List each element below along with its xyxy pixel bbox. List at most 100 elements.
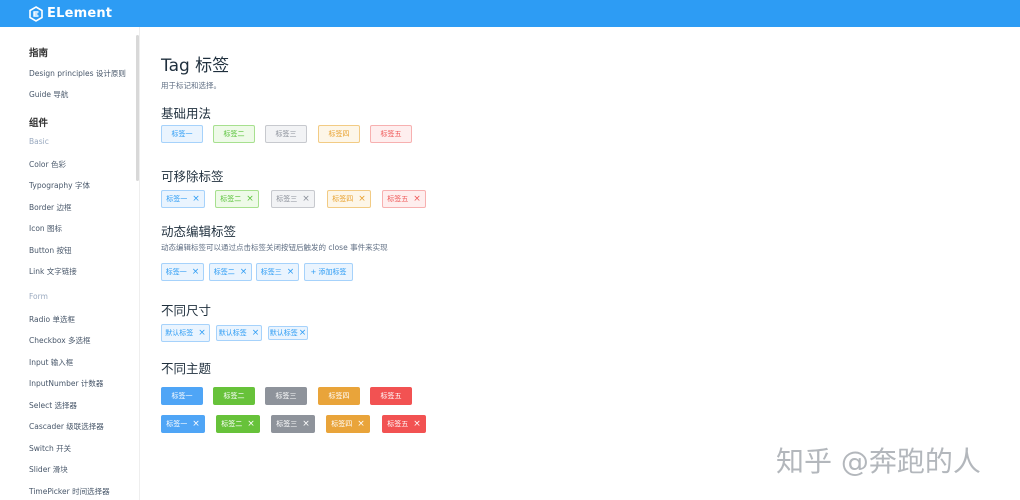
close-icon[interactable]: ×: [413, 194, 421, 204]
nav-group-basic: Basic: [29, 137, 49, 146]
close-icon[interactable]: ×: [252, 328, 260, 338]
close-icon[interactable]: ×: [302, 194, 310, 204]
sidebar-item-guide[interactable]: Guide 导航: [29, 89, 68, 100]
tag-label: 标签四: [332, 195, 354, 203]
close-icon[interactable]: ×: [192, 194, 200, 204]
tag-label: 标签一: [166, 420, 188, 428]
tag-label: 默认标签: [218, 329, 247, 337]
tag-label: 标签三: [260, 268, 282, 276]
sidebar-item-select[interactable]: Select 选择器: [29, 400, 77, 411]
close-icon[interactable]: ×: [358, 194, 366, 204]
close-icon[interactable]: ×: [246, 194, 254, 204]
dynamic-tag: 标签二 ×: [209, 263, 252, 281]
sidebar-item-input[interactable]: Input 输入框: [29, 357, 73, 368]
dynamic-tag: 标签一 ×: [161, 263, 204, 281]
hexagon-logo-icon: [29, 5, 43, 22]
nav-section-guide: 指南: [29, 48, 49, 59]
basic-tag-info: 标签三: [265, 125, 307, 143]
size-tag-small: 默认标签 ×: [268, 326, 308, 340]
tag-label: 标签五: [387, 420, 409, 428]
nav-section-components: 组件: [29, 118, 49, 129]
tag-label: 标签二: [223, 392, 245, 400]
sidebar-item-switch[interactable]: Switch 开关: [29, 443, 71, 454]
tag-label: 标签五: [380, 392, 402, 400]
close-icon[interactable]: ×: [357, 419, 365, 429]
zhihu-watermark: 知乎 @奔跑的人: [776, 445, 981, 478]
dark-closable-tag-info: 标签三 ×: [271, 415, 315, 433]
close-icon[interactable]: ×: [192, 419, 200, 429]
close-icon[interactable]: ×: [198, 328, 206, 338]
closable-tag-success: 标签二 ×: [215, 190, 259, 208]
sidebar-item-timepicker[interactable]: TimePicker 时间选择器: [29, 486, 110, 497]
closable-tag-info: 标签三 ×: [271, 190, 315, 208]
basic-tag-success: 标签二: [213, 125, 255, 143]
sidebar-item-inputnumber[interactable]: InputNumber 计数器: [29, 378, 103, 389]
tag-label: 默认标签: [269, 329, 298, 337]
sidebar-item-button[interactable]: Button 按钮: [29, 245, 72, 256]
tag-label: 标签一: [171, 130, 193, 138]
tag-label: 标签三: [275, 392, 297, 400]
section-title-sizes: 不同尺寸: [161, 303, 212, 318]
close-icon[interactable]: ×: [240, 267, 248, 277]
dark-closable-tag-primary: 标签一 ×: [161, 415, 205, 433]
tag-label: 标签三: [276, 420, 298, 428]
top-header: ELement: [0, 0, 1020, 27]
dark-tag-primary: 标签一: [161, 387, 203, 405]
section-title-closable: 可移除标签: [161, 169, 224, 184]
tag-label: 标签四: [331, 420, 353, 428]
tag-label: 标签四: [328, 130, 350, 138]
sidebar-item-slider[interactable]: Slider 滑块: [29, 464, 68, 475]
section-title-themes: 不同主题: [161, 361, 212, 376]
sidebar-item-checkbox[interactable]: Checkbox 多选框: [29, 335, 91, 346]
page-title: Tag 标签: [161, 56, 230, 76]
sidebar-item-link[interactable]: Link 文字链接: [29, 266, 77, 277]
dark-tag-success: 标签二: [213, 387, 255, 405]
section-description-dynamic: 动态编辑标签可以通过点击标签关闭按钮后触发的 close 事件来实现: [161, 243, 388, 252]
close-icon[interactable]: ×: [302, 419, 310, 429]
sidebar-item-typography[interactable]: Typography 字体: [29, 180, 90, 191]
basic-tag-danger: 标签五: [370, 125, 412, 143]
sidebar-item-border[interactable]: Border 边框: [29, 202, 72, 213]
tag-label: 标签一: [171, 392, 193, 400]
sidebar-scrollbar[interactable]: [136, 35, 139, 181]
basic-tag-warning: 标签四: [318, 125, 360, 143]
sidebar-item-cascader[interactable]: Cascader 级联选择器: [29, 421, 104, 432]
close-icon[interactable]: ×: [192, 267, 200, 277]
sidebar-item-design-principles[interactable]: Design principles 设计原则: [29, 68, 126, 79]
add-tag-button[interactable]: + 添加标签: [304, 263, 353, 281]
dark-closable-tag-warning: 标签四 ×: [326, 415, 370, 433]
tag-label: 标签二: [221, 420, 243, 428]
close-icon[interactable]: ×: [287, 267, 295, 277]
dark-tag-info: 标签三: [265, 387, 307, 405]
close-icon[interactable]: ×: [413, 419, 421, 429]
tag-label: 标签二: [220, 195, 242, 203]
dynamic-tag: 标签三 ×: [256, 263, 299, 281]
closable-tag-warning: 标签四 ×: [327, 190, 371, 208]
element-logo[interactable]: ELement: [28, 5, 113, 22]
nav-group-form: Form: [29, 292, 48, 301]
sidebar-item-icon[interactable]: Icon 图标: [29, 223, 62, 234]
tag-label: 默认标签: [165, 329, 194, 337]
dark-closable-tag-success: 标签二 ×: [216, 415, 260, 433]
sidebar-item-radio[interactable]: Radio 单选框: [29, 314, 75, 325]
tag-label: 标签三: [275, 130, 297, 138]
sidebar-item-color[interactable]: Color 色彩: [29, 159, 66, 170]
dark-closable-tag-danger: 标签五 ×: [382, 415, 426, 433]
closable-tag-primary: 标签一 ×: [161, 190, 205, 208]
section-title-basic: 基础用法: [161, 106, 212, 121]
tag-label: 标签一: [166, 195, 188, 203]
size-tag-default: 默认标签 ×: [161, 324, 210, 342]
tag-label: 标签五: [380, 130, 402, 138]
section-title-dynamic: 动态编辑标签: [161, 224, 237, 239]
close-icon[interactable]: ×: [247, 419, 255, 429]
tag-label: 标签三: [276, 195, 298, 203]
tag-label: 标签二: [213, 268, 235, 276]
close-icon[interactable]: ×: [299, 328, 307, 338]
dark-tag-warning: 标签四: [318, 387, 360, 405]
logo-text: ELement: [47, 6, 113, 21]
tag-label: 标签五: [387, 195, 409, 203]
tag-label: 标签四: [328, 392, 350, 400]
page-description: 用于标记和选择。: [161, 81, 221, 90]
dark-tag-danger: 标签五: [370, 387, 412, 405]
tag-label: 标签二: [223, 130, 245, 138]
